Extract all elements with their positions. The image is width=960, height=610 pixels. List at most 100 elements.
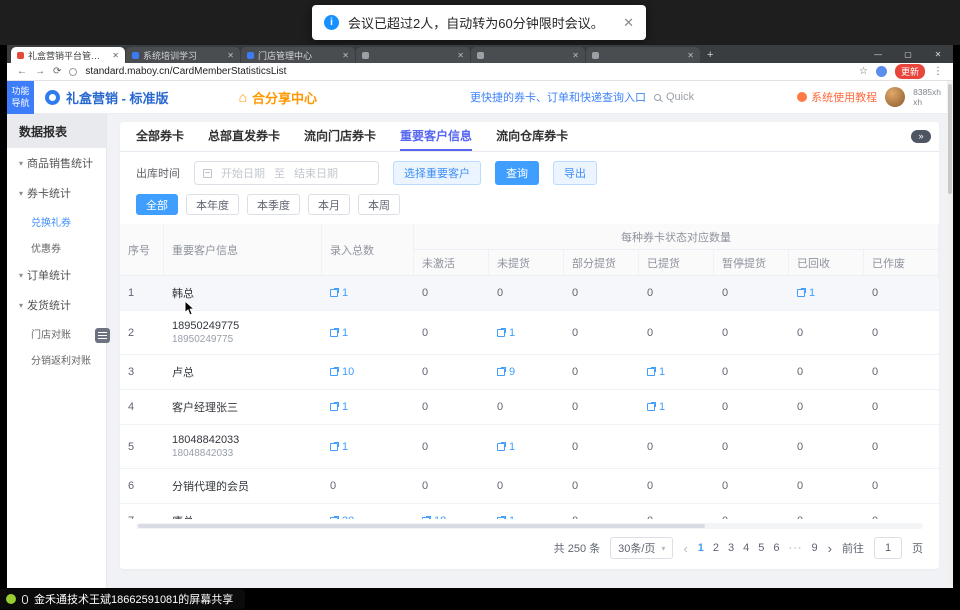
page-scrollbar[interactable] [947, 81, 953, 588]
link-value[interactable]: 1 [322, 390, 414, 424]
scrollbar-thumb[interactable] [138, 524, 705, 528]
close-window-button[interactable]: ✕ [923, 45, 953, 63]
table-row: 5180488420331804884203310100000 [120, 425, 939, 469]
select-customer-button[interactable]: 选择重要客户 [393, 161, 481, 185]
scrollbar-thumb[interactable] [948, 84, 952, 194]
function-nav-toggle[interactable]: 功能 导航 [7, 81, 34, 114]
tab-close-icon[interactable]: ✕ [457, 51, 464, 60]
link-value[interactable]: 1 [489, 425, 564, 468]
cell-value: 0 [497, 287, 503, 299]
collapse-button[interactable]: » [911, 130, 931, 143]
card-tab[interactable]: 全部券卡 [136, 122, 184, 151]
link-value[interactable]: 1 [489, 504, 564, 519]
tab-close-icon[interactable]: ✕ [342, 51, 349, 60]
sidebar-item[interactable]: 优惠券 [7, 234, 106, 260]
quick-entry-link[interactable]: 更快捷的券卡、订单和快递查询入口 [470, 89, 646, 105]
tab-close-icon[interactable]: ✕ [227, 51, 234, 60]
next-page-button[interactable]: › [828, 541, 832, 556]
quick-search-label[interactable]: Quick [666, 91, 694, 103]
quick-filter-chip[interactable]: 本年度 [186, 194, 239, 215]
prev-page-button[interactable]: ‹ [683, 541, 687, 556]
quick-filter-chip[interactable]: 本月 [308, 194, 350, 215]
goto-page-input[interactable] [874, 537, 902, 559]
page-ellipsis[interactable]: ··· [789, 542, 803, 554]
sidebar-item[interactable]: 兑换礼券 [7, 208, 106, 234]
reload-icon[interactable]: ⟳ [53, 66, 61, 77]
sidebar-item[interactable]: 分销返利对账 [7, 346, 106, 372]
minimize-button[interactable]: — [863, 45, 893, 63]
page-number[interactable]: 1 [698, 542, 704, 554]
cell-value: 0 [872, 327, 878, 339]
page-number[interactable]: 4 [743, 542, 749, 554]
browser-tab[interactable]: 系统培训学习✕ [126, 47, 240, 63]
link-value[interactable]: 9 [489, 355, 564, 389]
link-value[interactable]: 1 [639, 390, 714, 424]
bookmark-icon[interactable]: ☆ [859, 66, 868, 77]
link-value[interactable]: 1 [639, 355, 714, 389]
search-icon[interactable] [654, 94, 661, 101]
quick-filter-chip[interactable]: 本周 [358, 194, 400, 215]
browser-tab[interactable]: 礼盒营销平台管理中心✕ [11, 47, 125, 63]
link-value[interactable]: 1 [322, 311, 414, 354]
date-range-input[interactable]: 开始日期 至 结束日期 [194, 161, 379, 185]
export-button[interactable]: 导出 [553, 161, 597, 185]
page-number[interactable]: 5 [758, 542, 764, 554]
page-number[interactable]: 9 [812, 542, 818, 554]
cell-value: 1 [659, 401, 665, 413]
page-number[interactable]: 2 [713, 542, 719, 554]
site-info-icon[interactable] [69, 68, 77, 76]
index-cell: 7 [120, 504, 164, 519]
update-button[interactable]: 更新 [895, 64, 925, 79]
link-value[interactable]: 1 [789, 276, 864, 310]
page-list: 123456 ··· 9 [698, 542, 818, 554]
user-avatar[interactable] [885, 87, 905, 107]
browser-tab[interactable]: ✕ [586, 47, 700, 63]
tab-close-icon[interactable]: ✕ [572, 51, 579, 60]
sidebar-item[interactable]: ▾发货统计 [7, 290, 106, 320]
browser-tab[interactable]: ✕ [471, 47, 585, 63]
page-number[interactable]: 6 [773, 542, 779, 554]
page-number[interactable]: 3 [728, 542, 734, 554]
sidebar-menu: ▾商品销售统计▾券卡统计兑换礼券优惠券▾订单统计▾发货统计门店对账分销返利对账 [7, 148, 106, 372]
browser-profile-avatar[interactable] [876, 66, 887, 77]
sidebar-item[interactable]: ▾订单统计 [7, 260, 106, 290]
forward-icon[interactable]: → [35, 66, 45, 77]
presenter-icon [6, 594, 16, 604]
share-center-link[interactable]: ⌂ 合分享中心 [239, 88, 317, 107]
link-value[interactable]: 1 [489, 311, 564, 354]
sidebar-item[interactable]: ▾商品销售统计 [7, 148, 106, 178]
sidebar-item[interactable]: 门店对账 [7, 320, 106, 346]
quick-filter-chip[interactable]: 全部 [136, 194, 178, 215]
status-cell: 0 [714, 355, 789, 389]
cell-value: 0 [722, 441, 728, 453]
close-icon[interactable]: ✕ [623, 15, 634, 31]
card-tab[interactable]: 流向仓库券卡 [496, 122, 568, 151]
tutorial-link[interactable]: 系统使用教程 [797, 89, 877, 105]
export-icon [330, 368, 338, 376]
page-size-select[interactable]: 30条/页 ▾ [610, 537, 673, 559]
export-icon [497, 517, 505, 519]
link-value[interactable]: 1 [322, 276, 414, 310]
tab-close-icon[interactable]: ✕ [112, 51, 119, 60]
url-text[interactable]: standard.maboy.cn/CardMemberStatisticsLi… [85, 66, 851, 77]
browser-tab[interactable]: ✕ [356, 47, 470, 63]
maximize-button[interactable]: ▢ [893, 45, 923, 63]
card-tab[interactable]: 重要客户信息 [400, 122, 472, 151]
tab-close-icon[interactable]: ✕ [687, 51, 694, 60]
browser-tab[interactable]: 门店管理中心✕ [241, 47, 355, 63]
query-button[interactable]: 查询 [495, 161, 539, 185]
link-value[interactable]: 1 [322, 425, 414, 468]
card-tab[interactable]: 总部直发券卡 [208, 122, 280, 151]
card-tab[interactable]: 流向门店券卡 [304, 122, 376, 151]
pagination: 共 250 条 30条/页 ▾ ‹ 123456···9 › 前往 页 [120, 529, 939, 569]
link-value[interactable]: 18 [414, 504, 489, 519]
browser-menu-icon[interactable]: ⋮ [933, 66, 943, 77]
quick-filter-chip[interactable]: 本季度 [247, 194, 300, 215]
link-value[interactable]: 10 [322, 355, 414, 389]
new-tab-button[interactable]: + [707, 49, 713, 61]
sidebar-item[interactable]: ▾券卡统计 [7, 178, 106, 208]
back-icon[interactable]: ← [17, 66, 27, 77]
link-value[interactable]: 20 [322, 504, 414, 519]
float-menu-button[interactable] [95, 328, 110, 343]
horizontal-scrollbar[interactable] [136, 523, 923, 529]
